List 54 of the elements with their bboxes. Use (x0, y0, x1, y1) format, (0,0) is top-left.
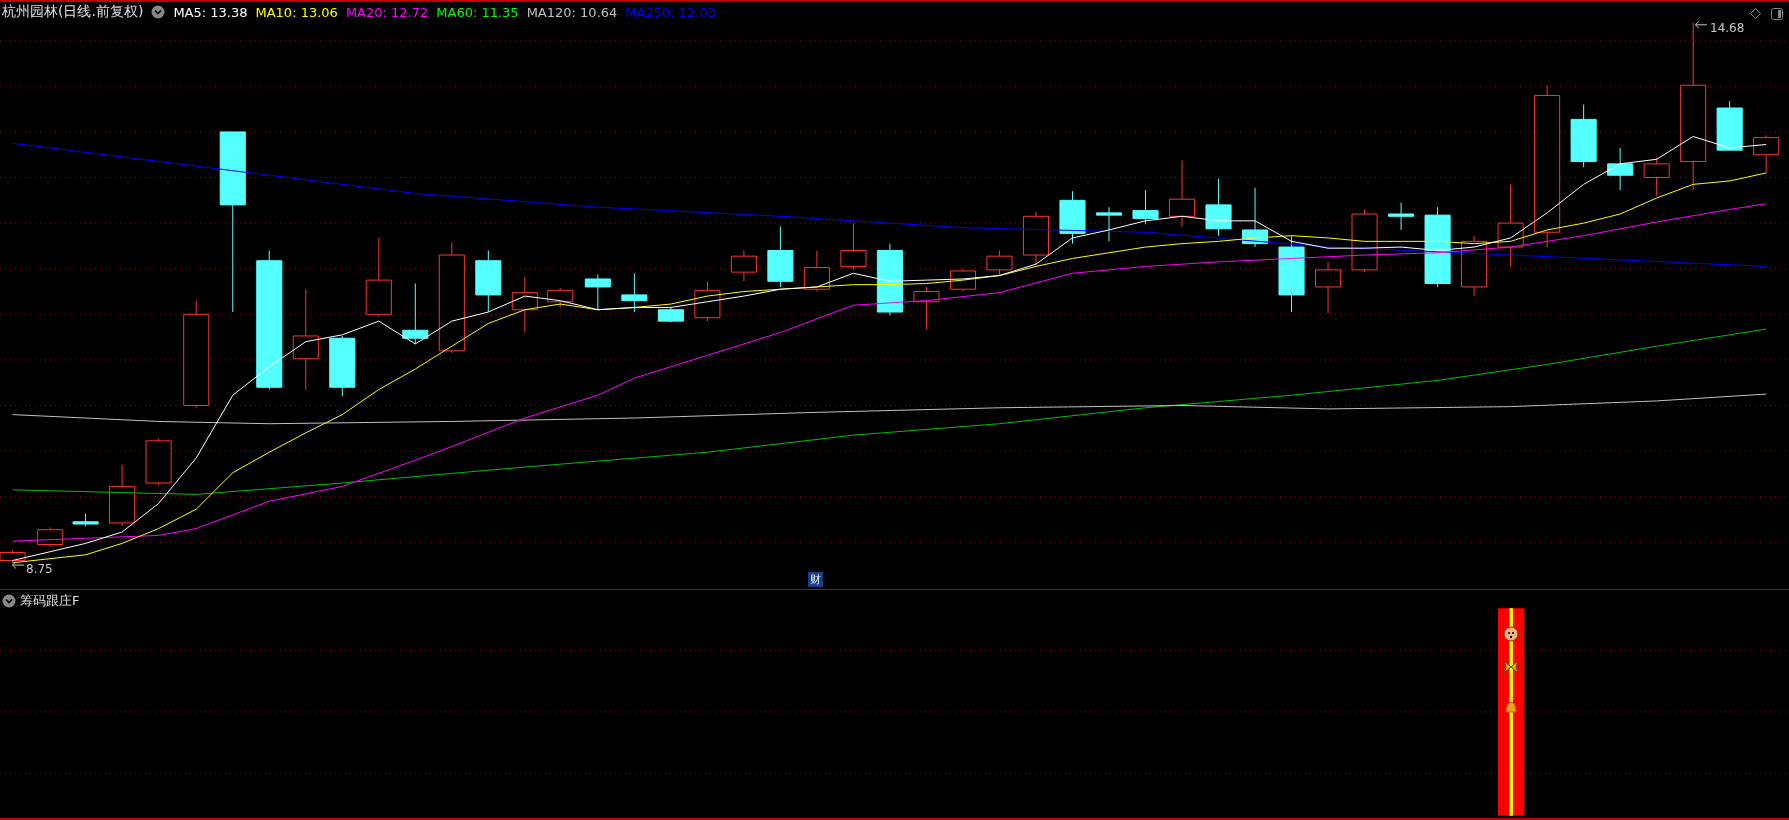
candlestick (657, 306, 684, 323)
panel-toggle-icon[interactable] (1771, 8, 1783, 20)
candlestick (621, 272, 648, 313)
candlestick (1607, 147, 1634, 191)
candlestick (694, 280, 721, 322)
indicator-value: MA20: 12.72 (345, 4, 429, 20)
candlestick (511, 276, 538, 334)
candlestick (1570, 104, 1597, 168)
candlestick (913, 286, 940, 330)
finance-badge[interactable]: 财 (808, 572, 823, 587)
indicator-title: 筹码跟庄F (20, 592, 80, 610)
candlestick (109, 464, 136, 527)
candlestick (1059, 190, 1086, 245)
collapse-icon[interactable] (151, 5, 166, 19)
high-price-label: 14.68 (1710, 21, 1745, 35)
candlestick (1095, 206, 1123, 242)
bell-icon (1503, 696, 1519, 716)
candlestick (1753, 134, 1780, 174)
candlestick (1205, 178, 1232, 237)
candlestick (475, 250, 502, 313)
indicator-value: MA120: 10.64 (526, 4, 618, 20)
candlestick (730, 250, 757, 282)
indicator-value: MA10: 13.06 (255, 4, 338, 20)
candlestick (1388, 202, 1415, 231)
stock-title: 杭州园林(日线.前复权) (2, 3, 144, 21)
indicator-value: MA60: 11.35 (436, 4, 519, 20)
high-price-arrow (1694, 20, 1708, 29)
candlestick (1716, 100, 1743, 151)
candlestick (145, 438, 172, 486)
candlestick (1168, 159, 1196, 228)
diamond-icon[interactable] (1750, 8, 1761, 19)
candlestick (547, 287, 574, 308)
indicator-value: MA250: 12.03 (625, 4, 716, 20)
low-price-label: 8.75 (26, 562, 53, 576)
candlestick (1643, 157, 1670, 197)
candlestick (1351, 208, 1378, 273)
candlestick (1132, 189, 1159, 225)
collapse-icon[interactable] (2, 594, 16, 608)
butterfly-icon (1503, 660, 1519, 674)
candlestick (840, 222, 867, 271)
candlestick (803, 250, 830, 292)
candlestick (767, 226, 794, 288)
candlestick (72, 513, 99, 527)
candlestick (1315, 261, 1342, 314)
indicator-value: MA5: 13.38 (173, 4, 248, 20)
candlestick (1242, 187, 1269, 248)
candlestick (1022, 211, 1050, 265)
candlestick (584, 273, 611, 311)
candlestick (329, 335, 356, 397)
low-price-arrow (12, 561, 25, 569)
face-icon (1503, 626, 1519, 642)
candlestick (986, 250, 1013, 277)
candlestick (1461, 235, 1488, 297)
candlestick (402, 283, 429, 345)
